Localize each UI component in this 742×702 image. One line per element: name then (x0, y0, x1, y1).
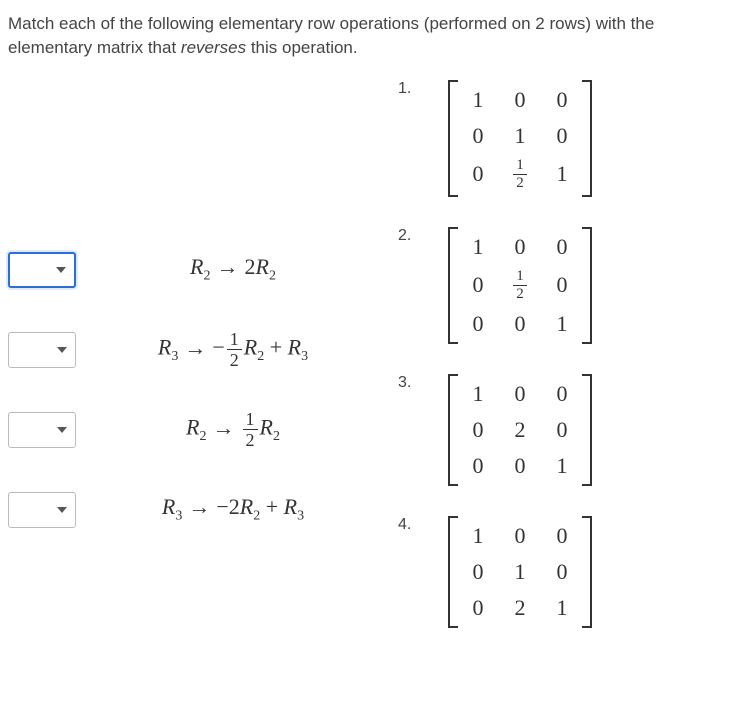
prompt-text-italic: reverses (181, 38, 246, 57)
operation-math-1: R2→2R2 (88, 254, 378, 284)
match-select-2[interactable] (8, 332, 76, 368)
matrix-cell: 0 (502, 522, 538, 550)
match-select-3[interactable] (8, 412, 76, 448)
answer-row-2: 2. 1000120001 (398, 227, 728, 344)
matrix-cell: 0 (502, 380, 538, 408)
matrix-cell: 12 (502, 158, 538, 191)
chevron-down-icon (57, 347, 67, 353)
matrix-cell: 1 (460, 86, 496, 114)
matrix-cell: 0 (544, 380, 580, 408)
matrix-cell: 1 (460, 380, 496, 408)
matrix-cell: 0 (544, 122, 580, 150)
chevron-down-icon (57, 427, 67, 433)
matrix-cell: 0 (502, 310, 538, 338)
operation-row-3: R2→12R2 (8, 390, 378, 470)
matrix-cell: 0 (502, 233, 538, 261)
operation-row-1: R2→2R2 (8, 230, 378, 310)
matrix-cell: 0 (502, 86, 538, 114)
chevron-down-icon (56, 267, 66, 273)
answer-number-4: 4. (398, 516, 418, 534)
answer-row-4: 4. 100010021 (398, 516, 728, 628)
matrix-cell: 0 (544, 86, 580, 114)
matrix-cell: 1 (502, 558, 538, 586)
answer-number-1: 1. (398, 80, 418, 98)
match-select-4[interactable] (8, 492, 76, 528)
matrix-cell: 0 (460, 452, 496, 480)
operation-row-4: R3→−2R2 + R3 (8, 470, 378, 550)
operation-math-4: R3→−2R2 + R3 (88, 494, 378, 524)
matrix-3: 100020001 (448, 374, 592, 486)
matrix-cell: 1 (460, 233, 496, 261)
matrix-cell: 0 (544, 522, 580, 550)
answer-row-3: 3. 100020001 (398, 374, 728, 486)
matrix-cell: 1 (544, 452, 580, 480)
match-select-1[interactable] (8, 252, 76, 288)
matrix-1: 1000100121 (448, 80, 592, 197)
matrix-cell: 1 (544, 310, 580, 338)
matrix-cell: 0 (460, 594, 496, 622)
matrix-cell: 0 (460, 122, 496, 150)
operations-column: R2→2R2 R3→−12R2 + R3 R2→12R2 (8, 80, 378, 658)
matrix-cell: 0 (460, 558, 496, 586)
matrix-cell: 0 (460, 269, 496, 302)
matrix-cell: 1 (460, 522, 496, 550)
matrix-4: 100010021 (448, 516, 592, 628)
prompt-text-post: this operation. (246, 38, 358, 57)
operation-math-2: R3→−12R2 + R3 (88, 330, 378, 369)
chevron-down-icon (57, 507, 67, 513)
matrix-cell: 0 (544, 233, 580, 261)
matrix-cell: 1 (544, 594, 580, 622)
matrix-cell: 1 (502, 122, 538, 150)
question-prompt: Match each of the following elementary r… (8, 12, 734, 60)
matrix-2: 1000120001 (448, 227, 592, 344)
answer-row-1: 1. 1000100121 (398, 80, 728, 197)
answer-number-3: 3. (398, 374, 418, 392)
matrix-cell: 2 (502, 594, 538, 622)
matrix-cell: 0 (502, 452, 538, 480)
matrix-cell: 12 (502, 269, 538, 302)
matrix-cell: 0 (460, 416, 496, 444)
matrix-cell: 1 (544, 158, 580, 191)
matrix-cell: 0 (460, 158, 496, 191)
matrix-cell: 0 (544, 269, 580, 302)
matrix-cell: 0 (544, 558, 580, 586)
matrix-cell: 2 (502, 416, 538, 444)
operation-math-3: R2→12R2 (88, 410, 378, 449)
matrix-cell: 0 (460, 310, 496, 338)
matrix-cell: 0 (544, 416, 580, 444)
answers-column: 1. 1000100121 2. 1000120001 3. 100020001 (398, 80, 728, 658)
operation-row-2: R3→−12R2 + R3 (8, 310, 378, 390)
answer-number-2: 2. (398, 227, 418, 245)
